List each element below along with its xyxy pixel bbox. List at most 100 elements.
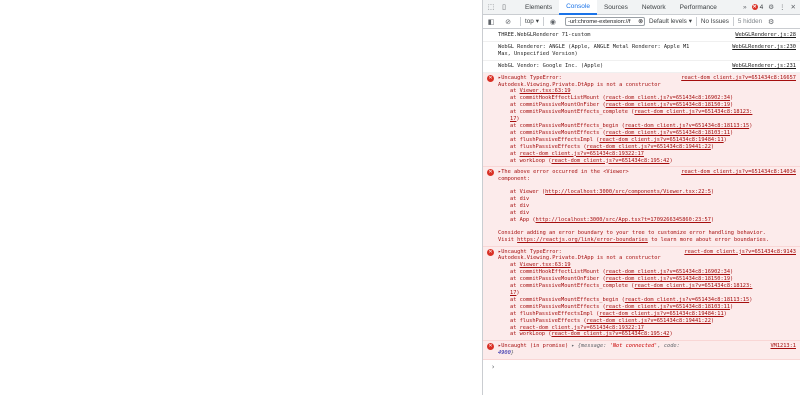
stack-frame-link[interactable]: react-dom_client.js?v=651434c8:195:42	[551, 331, 669, 337]
console-message: WebGLRenderer.js:231 WebGL Vendor: Googl…	[483, 61, 800, 73]
console-error: ✕ react-dom_client.js?v=651434c8:14034 ▸…	[483, 167, 800, 247]
stack-frame-link[interactable]: http://localhost:3000/src/App.tsx?t=1709…	[536, 217, 711, 223]
object-string: 'Not connected'	[609, 343, 658, 350]
object-open: ▸ {message:	[571, 343, 610, 350]
stack-frame-link[interactable]: react-dom_client.js?v=651434c8:195:42	[551, 158, 669, 164]
console-error: ✕ VM1213:1 ▸Uncaught (in promise) ▸ {mes…	[483, 341, 800, 361]
inspect-element-icon[interactable]: ⬚	[486, 2, 496, 12]
close-icon[interactable]: ✕	[791, 3, 796, 11]
stack-frame: at workLoop (react-dom_client.js?v=65143…	[498, 331, 796, 338]
stack-frame-link[interactable]: react-dom_client.js?v=651434c8:19484:11	[599, 137, 723, 143]
tab-console[interactable]: Console	[559, 0, 597, 15]
stack-frame-link[interactable]: react-dom_client.js?v=651434c8:18123:	[634, 109, 752, 115]
stack-frame-text: )	[730, 269, 734, 276]
stack-frame-text: at div	[510, 203, 530, 210]
stack-frame: at flushPassiveEffects (react-dom_client…	[498, 318, 796, 325]
stack-frame-text: )	[669, 331, 673, 338]
page-viewport	[0, 0, 482, 395]
stack-frame: at commitPassiveMountEffects (react-dom_…	[498, 304, 796, 311]
issues-counter[interactable]: No Issues	[701, 18, 729, 25]
filter-input[interactable]: -url:chrome-extension://f ⊗	[564, 17, 645, 26]
tab-network[interactable]: Network	[635, 0, 673, 15]
stack-frame-text: )	[710, 189, 715, 196]
stack-frame-text: )	[710, 216, 715, 223]
stack-frame-link[interactable]: react-dom_client.js?v=651434c8:19441:22	[587, 144, 711, 150]
stack-frame-link[interactable]: react-dom_client.js?v=651434c8:18103:11	[606, 304, 730, 310]
settings-icon[interactable]: ⚙	[768, 3, 774, 11]
context-selector[interactable]: top ▾	[525, 18, 539, 25]
context-label: top	[525, 18, 534, 25]
device-toolbar-icon[interactable]: ▯	[499, 2, 509, 12]
toolbar-divider	[695, 17, 697, 26]
stack-frame-link[interactable]: react-dom_client.js?v=651434c8:19322:17	[520, 151, 644, 157]
stack-frame-link[interactable]: react-dom_client.js?v=651434c8:16902:34	[606, 95, 730, 101]
tab-sources[interactable]: Sources	[597, 0, 635, 15]
console-message: WebGLRenderer.js:230 WebGL Renderer: ANG…	[483, 42, 800, 61]
object-close: }	[510, 350, 514, 357]
console-settings-icon[interactable]: ⚙	[766, 17, 776, 27]
more-menu-icon[interactable]: ⋮	[779, 3, 786, 11]
tab-elements[interactable]: Elements	[518, 0, 559, 15]
stack-frame-link[interactable]: Viewer.tsx:63:19	[520, 88, 571, 94]
stack-frame-link[interactable]: react-dom_client.js?v=651434c8:16902:34	[606, 269, 730, 275]
error-source-link[interactable]: react-dom_client.js?v=651434c8:16657	[681, 75, 796, 82]
component-stack: at Viewer (http://localhost:3000/src/com…	[498, 189, 796, 224]
stack-frame-text: at workLoop (	[510, 157, 552, 164]
error-hint-visit: Visit https://reactjs.org/link/error-bou…	[498, 237, 796, 244]
tab-performance[interactable]: Performance	[673, 0, 724, 15]
stack-frame-text: at flushPassiveEffectsImpl (	[510, 310, 600, 317]
stack-frame-link[interactable]: react-dom_client.js?v=651434c8:18123:	[634, 283, 752, 289]
stack-frame-link[interactable]: react-dom_client.js?v=651434c8:18150:19	[606, 276, 730, 282]
stack-frame-link[interactable]: http://localhost:3000/src/components/Vie…	[545, 189, 711, 195]
stack-frame-link[interactable]: react-dom_client.js?v=651434c8:18113:15	[625, 297, 749, 303]
stack-frame-text: )	[516, 116, 520, 123]
error-icon: ✕	[487, 343, 494, 351]
stack-frame-text: at div	[510, 196, 530, 203]
devtools-tabbar: ⬚ ▯ Elements Console Sources Network Perform…	[483, 0, 800, 15]
stack-frame-text: )	[730, 276, 734, 283]
stack-frame-text: at	[510, 262, 520, 269]
console-error: ✕ react-dom_client.js?v=651434c8:16657 ▸…	[483, 72, 800, 168]
devtools-tabs: Elements Console Sources Network Performance	[518, 0, 724, 15]
chevron-down-icon: ▾	[688, 18, 692, 25]
stack-frame-text: at commitHookEffectListMount (	[510, 95, 606, 102]
stack-frame-link[interactable]: react-dom_client.js?v=651434c8:18113:15	[625, 123, 749, 129]
stack-frame-link[interactable]: react-dom_client.js?v=651434c8:18103:11	[606, 130, 730, 136]
stack-frame-text: )	[749, 296, 753, 303]
error-source-link[interactable]: react-dom_client.js?v=651434c8:14034	[681, 169, 796, 176]
clear-console-icon[interactable]: ⊘	[503, 17, 513, 27]
eye-icon[interactable]: ◉	[548, 17, 558, 27]
stack-frame-text: )	[723, 136, 727, 143]
error-boundaries-link[interactable]: https://reactjs.org/link/error-boundarie…	[517, 237, 648, 243]
error-source-link[interactable]: VM1213:1	[770, 343, 796, 350]
stack-frame-text: at	[510, 88, 520, 95]
stack-frame-link[interactable]: Viewer.tsx:63:19	[520, 262, 571, 268]
stack-frame: at commitPassiveMountEffects (react-dom_…	[498, 130, 796, 137]
error-source-link[interactable]: react-dom_client.js?v=651434c8:9143	[684, 249, 796, 256]
message-source-link[interactable]: WebGLRenderer.js:28	[735, 32, 796, 39]
stack-frame-link[interactable]: react-dom_client.js?v=651434c8:19441:22	[587, 318, 711, 324]
toolbar-divider	[542, 17, 544, 26]
console-toolbar: ◧ ⊘ top ▾ ◉ -url:chrome-extension://f ⊗ …	[483, 15, 800, 29]
stack-frame-text: )	[710, 317, 715, 324]
console-output: WebGLRenderer.js:28 THREE.WebGLRenderer …	[483, 30, 800, 395]
console-prompt[interactable]: ›	[483, 360, 800, 375]
filter-value: -url:chrome-extension://f	[567, 18, 631, 25]
hint-text: to learn more about error boundaries.	[647, 236, 770, 243]
levels-dropdown[interactable]: Default levels ▾	[649, 18, 692, 25]
stack-frame-text: )	[730, 129, 734, 136]
error-text[interactable]: ▸Uncaught (in promise) ▸ {message: 'Not …	[498, 343, 796, 357]
clear-filter-icon[interactable]: ⊗	[638, 19, 644, 25]
toolbar-divider	[732, 17, 734, 26]
stack-frame-link[interactable]: react-dom_client.js?v=651434c8:19322:17	[520, 325, 644, 331]
error-count: 4	[759, 3, 764, 11]
message-source-link[interactable]: WebGLRenderer.js:231	[732, 63, 796, 70]
error-count-badge[interactable]: ✕ 4	[751, 3, 764, 11]
stack-frame-link[interactable]: react-dom_client.js?v=651434c8:19484:11	[599, 311, 723, 317]
stack-frame-text: at div	[510, 209, 530, 216]
message-source-link[interactable]: WebGLRenderer.js:230	[732, 44, 796, 51]
more-tabs-icon[interactable]: »	[743, 4, 747, 11]
stack-frame: 17)	[498, 116, 796, 123]
stack-frame-link[interactable]: react-dom_client.js?v=651434c8:18150:19	[606, 102, 730, 108]
sidebar-toggle-icon[interactable]: ◧	[486, 17, 496, 27]
